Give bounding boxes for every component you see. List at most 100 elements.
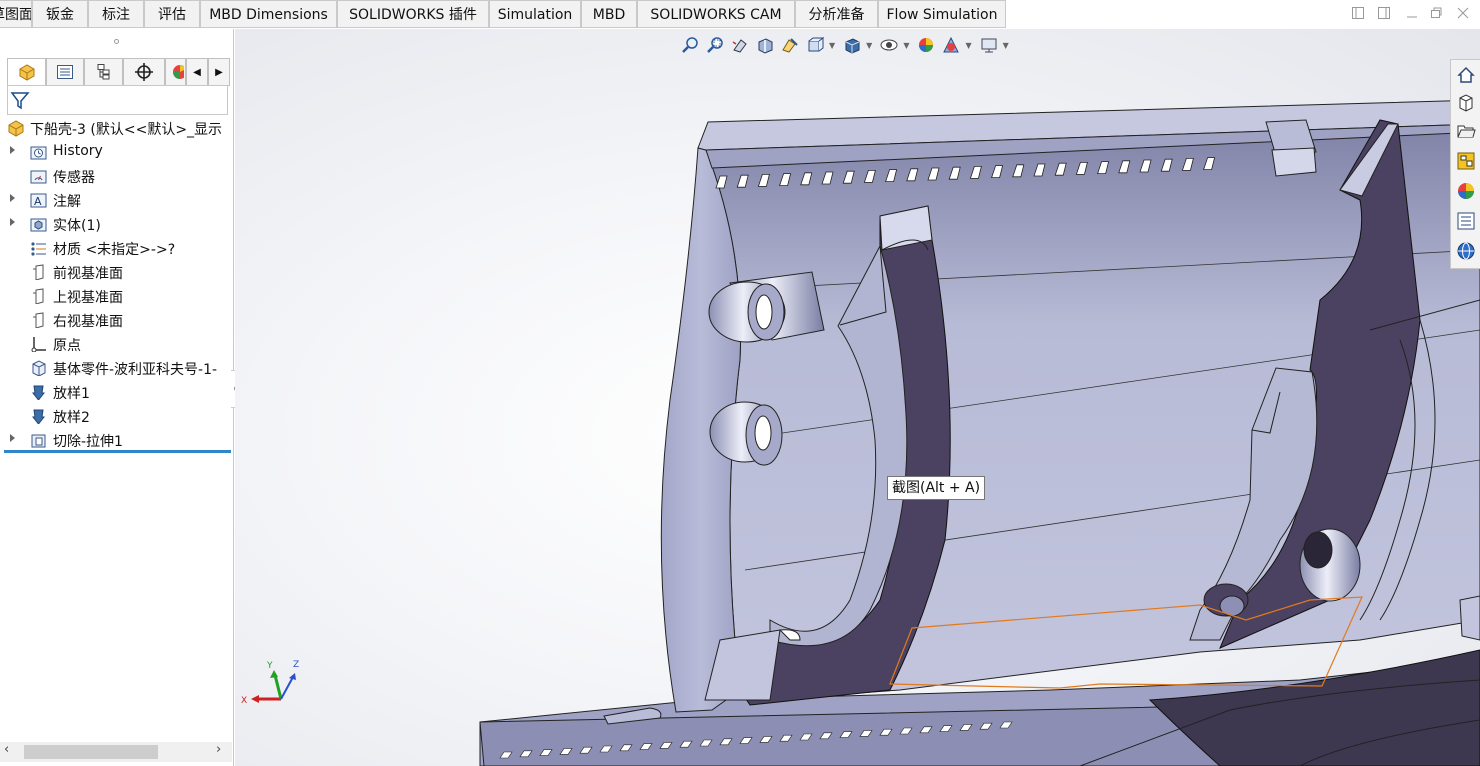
expand-arrow-icon[interactable] [10,194,15,202]
tree-item-origin[interactable]: 原点 [0,332,232,356]
scene-dropdown-icon[interactable]: ▼ [965,41,971,50]
custom-properties-icon[interactable] [1454,209,1478,233]
feature-tree-root[interactable]: 下船壳-3 (默认<<默认>_显示 [0,116,232,140]
triad-z-label: Z [293,660,299,670]
apply-scene-icon[interactable] [940,34,962,56]
propertymanager-icon [57,65,73,79]
tab-sheet-metal[interactable]: 钣金 [32,0,88,28]
loft-icon [31,409,46,424]
hide-show-items-icon[interactable] [878,34,900,56]
tab-mbd[interactable]: MBD [581,0,637,28]
featuremanager-icon [19,64,34,81]
tab-sketch[interactable]: 草图面 [0,0,32,28]
tab-mbd-dimensions[interactable]: MBD Dimensions [200,0,337,28]
dynamic-annotation-icon[interactable] [779,34,801,56]
tree-item-material[interactable]: 材质 <未指定>->? [0,236,232,260]
panel-left-icon[interactable] [1350,6,1366,22]
screenshot-tooltip: 截图(Alt + A) [887,476,986,500]
design-library-icon[interactable] [1454,91,1478,115]
view-settings-icon[interactable] [978,34,1000,56]
tree-item-loft1[interactable]: 放样1 [0,380,232,404]
tree-item-annotations[interactable]: A 注解 [0,188,232,212]
zoom-to-area-icon[interactable] [704,34,726,56]
tab-solidworks-cam[interactable]: SOLIDWORKS CAM [637,0,795,28]
tabs-scroll-left-button[interactable]: ◀ [186,58,208,86]
hide-show-dropdown-icon[interactable]: ▼ [903,41,909,50]
view-orientation-dropdown-icon[interactable]: ▼ [829,41,835,50]
appearances-scenes-icon[interactable] [1454,179,1478,203]
expand-arrow-icon[interactable] [10,146,15,154]
tree-item-label: 基体零件-波利亚科夫号-1- [53,362,218,378]
solid-bodies-folder-icon [30,218,47,232]
expand-arrow-icon[interactable] [10,434,15,442]
tree-item-front-plane[interactable]: 前视基准面 [0,260,232,284]
part-icon [8,120,24,137]
tab-simulation[interactable]: Simulation [489,0,581,28]
tree-item-label: 上视基准面 [53,290,123,306]
display-style-dropdown-icon[interactable]: ▼ [866,41,872,50]
base-part-icon [32,360,46,376]
tree-item-history[interactable]: History [0,140,232,164]
expand-arrow-icon[interactable] [10,218,15,226]
tab-evaluate[interactable]: 评估 [144,0,200,28]
annotation-folder-icon: A [30,193,47,208]
file-explorer-icon[interactable] [1454,119,1478,143]
zoom-to-fit-icon[interactable] [679,34,701,56]
tabs-scroll-right-button[interactable]: ▶ [208,58,230,86]
hull-3d-model[interactable] [235,29,1480,766]
tree-item-solid-bodies[interactable]: 实体(1) [0,212,232,236]
configurationmanager-tab[interactable] [84,58,123,86]
tab-solidworks-addins[interactable]: SOLIDWORKS 插件 [337,0,489,28]
tree-item-label: 切除-拉伸1 [53,434,123,450]
view-palette-icon[interactable] [1454,149,1478,173]
panel-right-icon[interactable] [1376,6,1392,22]
minimize-icon[interactable] [1404,6,1420,22]
dimxpert-icon [135,63,153,81]
tree-item-base-part[interactable]: 基体零件-波利亚科夫号-1- [0,356,232,380]
solidworks-resources-icon[interactable] [1454,63,1478,87]
tab-markup[interactable]: 标注 [88,0,144,28]
dimxpert-tab[interactable] [123,58,165,86]
tree-item-top-plane[interactable]: 上视基准面 [0,284,232,308]
tree-horizontal-scrollbar[interactable]: ‹ › [0,742,232,762]
tree-item-label: 实体(1) [53,218,101,234]
featuremanager-panel: ◀ ▶ 下船壳-3 (默认<<默认>_显示 History 传感器 A 注解 实… [0,29,234,766]
edit-appearance-icon[interactable] [915,34,937,56]
scroll-left-icon[interactable]: ‹ [4,742,9,757]
close-icon[interactable] [1455,6,1471,22]
view-settings-dropdown-icon[interactable]: ▼ [1003,41,1009,50]
sensor-folder-icon [30,170,47,184]
tree-item-right-plane[interactable]: 右视基准面 [0,308,232,332]
tab-flow-simulation[interactable]: Flow Simulation [878,0,1006,28]
configurationmanager-icon [97,64,109,80]
tree-item-label: 右视基准面 [53,314,123,330]
graphics-area[interactable]: ▼ ▼ ▼ ▼ ▼ X Y Z [235,29,1480,766]
tree-item-loft2[interactable]: 放样2 [0,404,232,428]
scrollbar-thumb[interactable] [24,745,158,759]
tree-item-label: 材质 <未指定>->? [53,242,176,258]
rollback-bar[interactable] [4,450,231,453]
feature-filter-field[interactable] [7,85,228,115]
plane-icon [33,288,44,304]
display-manager-tab[interactable] [165,58,186,86]
reference-triad: X Y Z [241,660,299,706]
solidworks-forum-icon[interactable] [1454,239,1478,263]
previous-view-icon[interactable] [729,34,751,56]
task-pane [1450,59,1480,269]
tree-item-label: 传感器 [53,170,95,186]
tree-item-label: 放样2 [53,410,90,426]
tree-item-cut-extrude1[interactable]: 切除-拉伸1 [0,428,232,452]
panel-grip-icon[interactable] [114,39,119,44]
cut-extrude-icon [31,434,46,448]
display-style-icon[interactable] [841,34,863,56]
section-view-icon[interactable] [754,34,776,56]
featuremanager-tab[interactable] [7,58,46,86]
scroll-right-icon[interactable]: › [216,742,221,757]
tree-item-sensors[interactable]: 传感器 [0,164,232,188]
root-part-label: 下船壳-3 (默认<<默认>_显示 [30,122,223,138]
restore-icon[interactable] [1428,6,1444,22]
tree-item-label: 前视基准面 [53,266,123,282]
propertymanager-tab[interactable] [46,58,84,86]
view-orientation-icon[interactable] [804,34,826,56]
tab-analysis-prep[interactable]: 分析准备 [795,0,878,28]
